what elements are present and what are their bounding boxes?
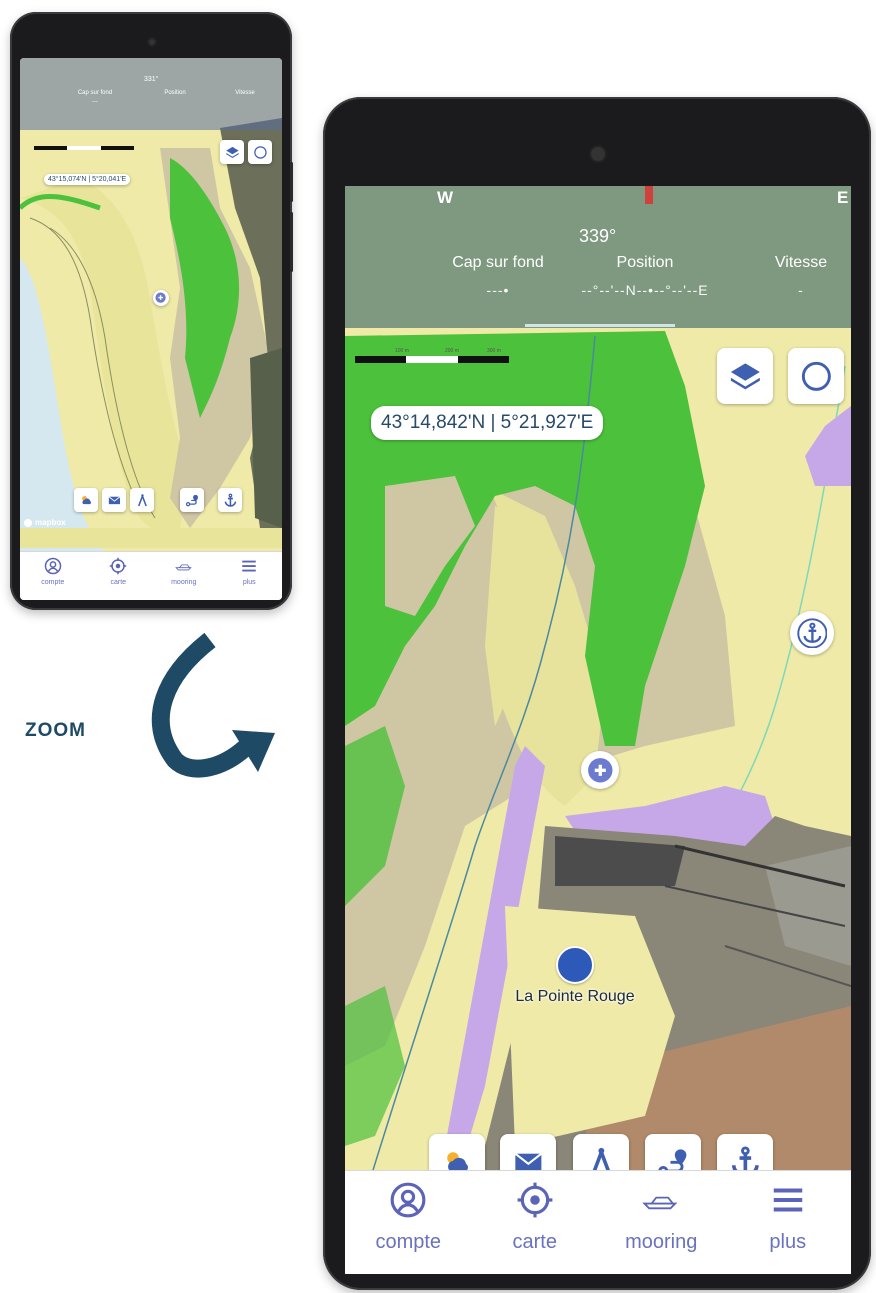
navigation-header: W E 339° Cap sur fond ---• Position --°-… — [345, 186, 851, 328]
coordinates-pill[interactable]: 43°14,842'N | 5°21,927'E — [371, 406, 604, 440]
account-icon — [44, 557, 61, 575]
compass-ring-icon — [253, 145, 267, 159]
account-icon — [390, 1182, 426, 1218]
layers-icon — [225, 146, 239, 158]
map-crosshair-icon — [110, 557, 127, 575]
mapbox-attribution[interactable]: mapbox — [24, 518, 66, 527]
tab-carte[interactable]: carte — [472, 1171, 599, 1274]
compass-west: W — [437, 188, 454, 207]
route-button[interactable] — [180, 488, 204, 512]
phone-volume-button — [290, 212, 293, 272]
zoom-label: ZOOM — [25, 720, 86, 741]
map-crosshair-icon — [517, 1182, 553, 1218]
coordinates-pill[interactable]: 43°15,074'N | 5°20,041'E — [44, 174, 131, 185]
tab-mooring[interactable]: mooring — [598, 1171, 725, 1274]
plus-icon — [587, 757, 613, 783]
phone-side-button — [290, 162, 293, 202]
scale-bar — [34, 146, 134, 150]
weather-button[interactable] — [74, 488, 98, 512]
cog-readout: Cap sur fond --- — [77, 90, 113, 105]
layers-icon — [730, 362, 760, 390]
orientation-button[interactable] — [248, 140, 272, 164]
heading-value: 339° — [579, 226, 617, 246]
envelope-icon — [108, 495, 120, 504]
anchor-button[interactable] — [218, 488, 242, 512]
compass-tool-button[interactable] — [130, 488, 154, 512]
anchor-icon — [796, 617, 828, 649]
boat-icon — [174, 564, 192, 571]
anchor-icon — [224, 493, 236, 507]
tab-mooring[interactable]: mooring — [151, 552, 217, 600]
small-phone-mockup: 331° Cap sur fond --- Position Vitesse 4… — [10, 12, 293, 610]
compass-ring-icon — [801, 361, 831, 391]
harbor-icon — [556, 946, 594, 984]
center-location-button[interactable] — [153, 290, 169, 306]
bottom-tab-bar: compte carte mooring plus — [345, 1170, 851, 1274]
position-readout: Position --°--'--N--•--°--'--E — [581, 254, 709, 298]
small-app-screen: 331° Cap sur fond --- Position Vitesse 4… — [20, 58, 282, 600]
large-nautical-map[interactable] — [345, 186, 851, 1274]
front-camera — [591, 147, 605, 161]
speed-readout: Vitesse — [235, 90, 255, 96]
menu-icon — [773, 1188, 802, 1212]
layers-button[interactable] — [717, 348, 773, 404]
divider-compass-icon — [137, 493, 147, 506]
plus-icon — [155, 292, 167, 304]
tab-compte[interactable]: compte — [345, 1171, 472, 1274]
large-app-screen: W E 339° Cap sur fond ---• Position --°-… — [345, 186, 851, 1274]
heading-value: 331° — [144, 76, 159, 83]
tab-plus[interactable]: plus — [217, 552, 283, 600]
navigation-header: 331° Cap sur fond --- Position Vitesse — [20, 58, 282, 130]
heading-marker — [645, 186, 653, 204]
tab-plus[interactable]: plus — [725, 1171, 852, 1274]
scale-bar: 100 m 200 m 300 m — [355, 348, 509, 363]
large-phone-mockup: W E 339° Cap sur fond ---• Position --°-… — [323, 97, 871, 1290]
speed-readout: Vitesse - — [774, 254, 828, 298]
header-progress-bar — [525, 324, 675, 327]
layers-button[interactable] — [220, 140, 244, 164]
route-pin-icon — [185, 494, 198, 506]
bottom-tab-bar: compte carte mooring plus — [20, 551, 282, 600]
cloud-sun-icon — [81, 495, 91, 504]
menu-icon — [242, 560, 256, 572]
tab-compte[interactable]: compte — [20, 552, 86, 600]
zoom-arrow-icon — [151, 632, 275, 778]
anchor-marker-button[interactable] — [790, 611, 834, 655]
cog-readout: Cap sur fond ---• — [452, 254, 544, 298]
harbor-poi[interactable]: La Pointe Rouge — [505, 946, 645, 1006]
center-location-button[interactable] — [581, 751, 619, 789]
tab-carte[interactable]: carte — [86, 552, 152, 600]
boat-icon — [642, 1196, 678, 1210]
compass-east: E — [837, 188, 849, 207]
orientation-button[interactable] — [788, 348, 844, 404]
front-camera — [149, 39, 155, 45]
position-readout: Position — [164, 90, 186, 96]
message-button[interactable] — [102, 488, 126, 512]
mapbox-logo-icon — [24, 518, 32, 527]
